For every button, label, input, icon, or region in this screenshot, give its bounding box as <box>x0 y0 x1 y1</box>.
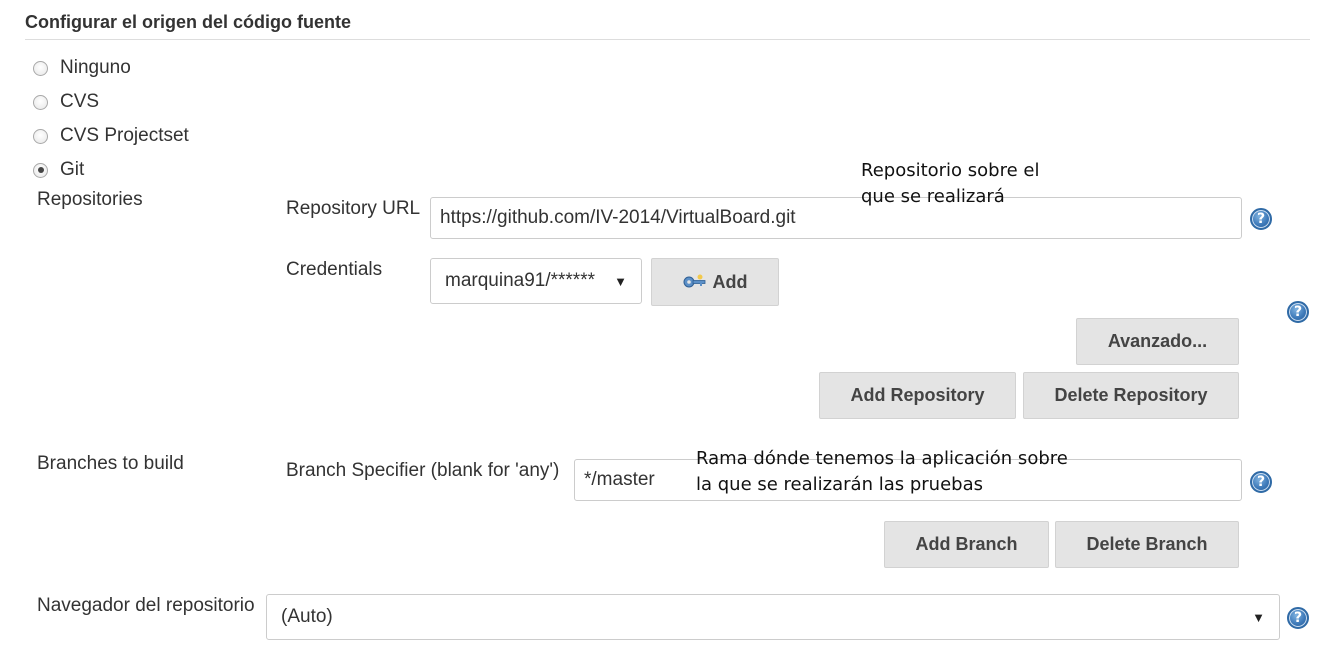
chevron-down-icon: ▼ <box>614 273 627 289</box>
repository-url-label: Repository URL <box>286 198 421 219</box>
help-icon[interactable]: ? <box>1287 301 1309 323</box>
annotation-line: la que se realizarán las pruebas <box>696 474 983 495</box>
delete-branch-button[interactable]: Delete Branch <box>1055 521 1239 568</box>
branches-label: Branches to build <box>37 453 184 474</box>
radio-option-git[interactable]: Git <box>33 157 84 183</box>
repository-browser-value: (Auto) <box>281 606 333 627</box>
section-divider <box>25 39 1310 40</box>
credentials-value: marquina91/****** <box>445 270 595 291</box>
delete-repository-button[interactable]: Delete Repository <box>1023 372 1239 419</box>
repository-url-value: https://github.com/IV-2014/VirtualBoard.… <box>440 207 796 228</box>
add-credentials-button[interactable]: Add <box>651 258 779 306</box>
radio-button[interactable] <box>33 60 48 76</box>
radio-label: CVS <box>60 91 100 112</box>
add-repository-button[interactable]: Add Repository <box>819 372 1016 419</box>
branch-specifier-label: Branch Specifier (blank for 'any') <box>286 460 560 481</box>
help-icon[interactable]: ? <box>1250 471 1272 493</box>
branch-annotation: Rama dónde tenemos la aplicación sobre l… <box>696 446 1068 498</box>
repository-url-input[interactable]: https://github.com/IV-2014/VirtualBoard.… <box>430 197 1242 239</box>
radio-label: Git <box>60 159 85 180</box>
annotation-line: Rama dónde tenemos la aplicación sobre <box>696 448 1068 469</box>
annotation-line: Repositorio sobre el <box>861 160 1040 181</box>
section-title: Configurar el origen del código fuente <box>25 12 352 32</box>
repository-browser-select[interactable]: (Auto) ▼ <box>266 594 1280 640</box>
radio-button-selected[interactable] <box>33 162 48 178</box>
radio-label: CVS Projectset <box>60 125 189 146</box>
key-icon <box>683 272 707 293</box>
chevron-down-icon: ▼ <box>1252 609 1265 625</box>
radio-button[interactable] <box>33 128 48 144</box>
radio-option-cvs-projectset[interactable]: CVS Projectset <box>33 123 189 149</box>
radio-option-ninguno[interactable]: Ninguno <box>33 55 131 81</box>
help-icon[interactable]: ? <box>1287 607 1309 629</box>
annotation-line: que se realizará <box>861 186 1005 207</box>
advanced-button[interactable]: Avanzado... <box>1076 318 1239 365</box>
branch-specifier-value: */master <box>584 469 655 490</box>
credentials-select[interactable]: marquina91/****** ▼ <box>430 258 642 304</box>
credentials-label: Credentials <box>286 259 383 280</box>
add-label: Add <box>712 271 748 292</box>
radio-label: Ninguno <box>60 57 131 78</box>
repository-annotation: Repositorio sobre el que se realizará <box>861 158 1040 210</box>
help-icon[interactable]: ? <box>1250 208 1272 230</box>
add-branch-button[interactable]: Add Branch <box>884 521 1049 568</box>
radio-button[interactable] <box>33 94 48 110</box>
repositories-label: Repositories <box>37 189 143 210</box>
repository-browser-label: Navegador del repositorio <box>37 595 255 616</box>
radio-option-cvs[interactable]: CVS <box>33 89 99 115</box>
